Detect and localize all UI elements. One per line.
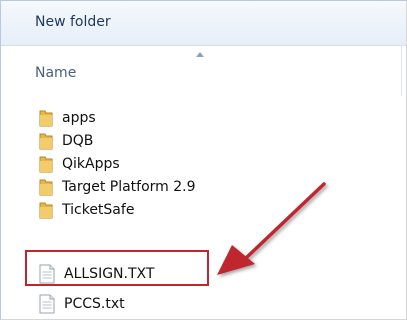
item-name: apps <box>62 110 96 126</box>
list-item-target-platform[interactable]: Target Platform 2.9 <box>39 176 196 198</box>
folder-icon <box>39 110 53 127</box>
folder-icon <box>39 133 53 150</box>
folder-title[interactable]: New folder <box>35 14 111 30</box>
list-item-pccs[interactable]: PCCS.txt <box>39 293 125 315</box>
address-bar: New folder <box>1 1 406 46</box>
list-item-qikapps[interactable]: QikApps <box>39 153 120 175</box>
list-item-ticketsafe[interactable]: TicketSafe <box>39 199 134 221</box>
item-name: QikApps <box>62 156 120 172</box>
column-header-bar: Name <box>1 46 406 97</box>
sort-ascending-icon <box>196 52 204 57</box>
column-divider[interactable] <box>401 46 402 96</box>
folder-icon <box>39 156 53 173</box>
item-name: Target Platform 2.9 <box>62 179 196 195</box>
item-name: TicketSafe <box>62 202 135 218</box>
highlight-box <box>25 250 209 286</box>
folder-icon <box>39 202 53 219</box>
folder-icon <box>39 179 53 196</box>
list-item-dqb[interactable]: DQB <box>39 130 93 152</box>
item-name: DQB <box>62 133 94 149</box>
list-item-apps[interactable]: apps <box>39 107 96 129</box>
text-file-icon <box>39 294 55 314</box>
item-name: PCCS.txt <box>64 296 125 312</box>
column-header-name[interactable]: Name <box>35 65 76 81</box>
